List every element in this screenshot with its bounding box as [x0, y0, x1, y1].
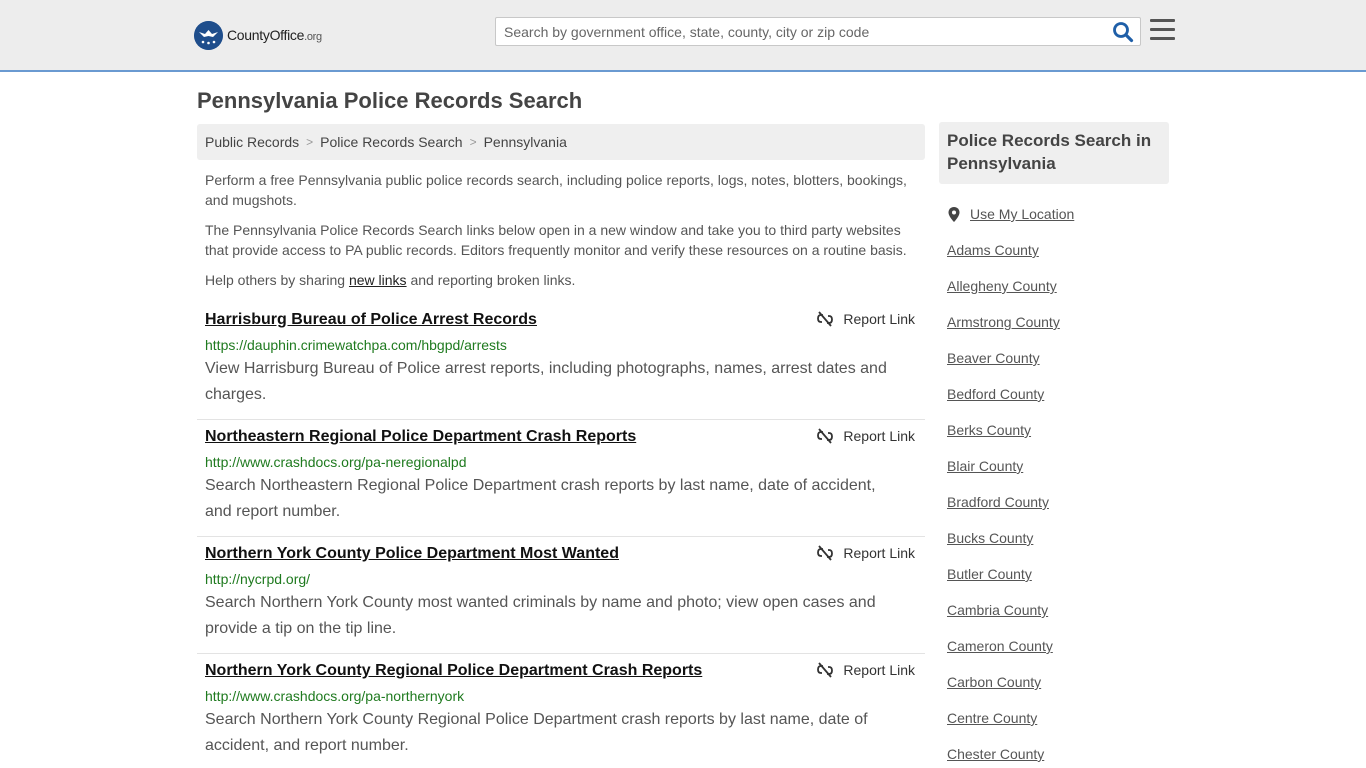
- result-url: https://dauphin.crimewatchpa.com/hbgpd/a…: [205, 337, 507, 353]
- sidebar-heading: Police Records Search in Pennsylvania: [939, 122, 1169, 184]
- sidebar-county-item: Chester County: [939, 740, 1169, 768]
- county-link[interactable]: Beaver County: [947, 350, 1040, 366]
- result-item: Northern York County Police Department M…: [197, 537, 925, 654]
- result-title-link[interactable]: Northeastern Regional Police Department …: [205, 428, 636, 446]
- sidebar-county-item: Bedford County: [939, 380, 1169, 416]
- breadcrumb-police-records-search[interactable]: Police Records Search: [320, 134, 462, 150]
- county-link[interactable]: Cameron County: [947, 638, 1053, 654]
- hamburger-menu-icon[interactable]: [1150, 19, 1175, 41]
- broken-link-icon: [817, 545, 834, 561]
- county-link[interactable]: Adams County: [947, 242, 1039, 258]
- sidebar-county-item: Carbon County: [939, 668, 1169, 704]
- search-input[interactable]: [496, 18, 1101, 45]
- new-links-link[interactable]: new links: [349, 272, 407, 288]
- use-my-location-link[interactable]: Use My Location: [970, 206, 1074, 222]
- result-title-link[interactable]: Northern York County Regional Police Dep…: [205, 662, 702, 680]
- county-link[interactable]: Bradford County: [947, 494, 1049, 510]
- county-link[interactable]: Armstrong County: [947, 314, 1060, 330]
- logo-office: Office: [269, 27, 305, 43]
- sidebar-county-item: Bucks County: [939, 524, 1169, 560]
- county-link[interactable]: Centre County: [947, 710, 1037, 726]
- logo-org: .org: [304, 31, 322, 43]
- breadcrumb-separator: >: [469, 135, 477, 149]
- result-item: Harrisburg Bureau of Police Arrest Recor…: [197, 303, 925, 420]
- county-link[interactable]: Cambria County: [947, 602, 1048, 618]
- report-link-button[interactable]: Report Link: [817, 311, 915, 327]
- county-link[interactable]: Butler County: [947, 566, 1032, 582]
- county-link[interactable]: Chester County: [947, 746, 1044, 762]
- county-link[interactable]: Bedford County: [947, 386, 1044, 402]
- breadcrumb-separator: >: [306, 135, 314, 149]
- result-description: Search Northern York County most wanted …: [205, 594, 876, 637]
- result-title-link[interactable]: Northern York County Police Department M…: [205, 545, 619, 563]
- broken-link-icon: [817, 662, 834, 678]
- intro-paragraph-1: Perform a free Pennsylvania public polic…: [205, 172, 907, 208]
- sidebar-county-item: Cambria County: [939, 596, 1169, 632]
- breadcrumb-public-records[interactable]: Public Records: [205, 134, 299, 150]
- use-my-location-item: Use My Location: [939, 200, 1169, 236]
- county-link[interactable]: Bucks County: [947, 530, 1033, 546]
- result-url: http://nycrpd.org/: [205, 571, 311, 587]
- sidebar-county-item: Bradford County: [939, 488, 1169, 524]
- logo-eagle-icon: [194, 20, 223, 50]
- sidebar: Police Records Search in Pennsylvania Us…: [939, 122, 1169, 768]
- report-link-label: Report Link: [843, 662, 915, 678]
- breadcrumb-pennsylvania[interactable]: Pennsylvania: [484, 134, 567, 150]
- sidebar-county-item: Adams County: [939, 236, 1169, 272]
- logo-county: County: [227, 27, 270, 43]
- search-bar: [495, 17, 1141, 46]
- county-link[interactable]: Allegheny County: [947, 278, 1057, 294]
- sidebar-county-item: Butler County: [939, 560, 1169, 596]
- intro-paragraph-3: Help others by sharing new links and rep…: [205, 270, 917, 290]
- report-link-label: Report Link: [843, 428, 915, 444]
- sidebar-county-item: Berks County: [939, 416, 1169, 452]
- site-header: CountyOffice.org: [0, 0, 1366, 72]
- intro-paragraph-2: The Pennsylvania Police Records Search l…: [205, 222, 907, 258]
- sidebar-county-item: Blair County: [939, 452, 1169, 488]
- search-icon[interactable]: [1112, 21, 1134, 43]
- county-link[interactable]: Blair County: [947, 458, 1023, 474]
- intro-p3-after: and reporting broken links.: [406, 272, 576, 288]
- result-description: Search Northern York County Regional Pol…: [205, 711, 868, 754]
- results-list: Harrisburg Bureau of Police Arrest Recor…: [197, 303, 925, 768]
- result-description: View Harrisburg Bureau of Police arrest …: [205, 360, 887, 403]
- report-link-button[interactable]: Report Link: [817, 428, 915, 444]
- sidebar-county-item: Beaver County: [939, 344, 1169, 380]
- report-link-label: Report Link: [843, 311, 915, 327]
- report-link-label: Report Link: [843, 545, 915, 561]
- sidebar-county-item: Armstrong County: [939, 308, 1169, 344]
- result-description: Search Northeastern Regional Police Depa…: [205, 477, 876, 520]
- sidebar-county-item: Allegheny County: [939, 272, 1169, 308]
- broken-link-icon: [817, 311, 834, 327]
- sidebar-county-list: Use My Location Adams County Allegheny C…: [939, 200, 1169, 768]
- result-item: Northern York County Regional Police Dep…: [197, 654, 925, 768]
- county-link[interactable]: Carbon County: [947, 674, 1041, 690]
- result-title-link[interactable]: Harrisburg Bureau of Police Arrest Recor…: [205, 311, 537, 329]
- intro-p3-before: Help others by sharing: [205, 272, 349, 288]
- breadcrumb: Public Records > Police Records Search >…: [197, 124, 925, 160]
- logo-text: CountyOffice.org: [227, 27, 322, 43]
- report-link-button[interactable]: Report Link: [817, 545, 915, 561]
- site-logo[interactable]: CountyOffice.org: [194, 20, 322, 50]
- county-link[interactable]: Berks County: [947, 422, 1031, 438]
- result-url: http://www.crashdocs.org/pa-northernyork: [205, 688, 465, 704]
- page-title: Pennsylvania Police Records Search: [197, 88, 583, 113]
- map-pin-icon: [948, 207, 960, 222]
- result-url: http://www.crashdocs.org/pa-neregionalpd: [205, 454, 467, 470]
- sidebar-county-item: Centre County: [939, 704, 1169, 740]
- result-item: Northeastern Regional Police Department …: [197, 420, 925, 537]
- sidebar-county-item: Cameron County: [939, 632, 1169, 668]
- report-link-button[interactable]: Report Link: [817, 662, 915, 678]
- broken-link-icon: [817, 428, 834, 444]
